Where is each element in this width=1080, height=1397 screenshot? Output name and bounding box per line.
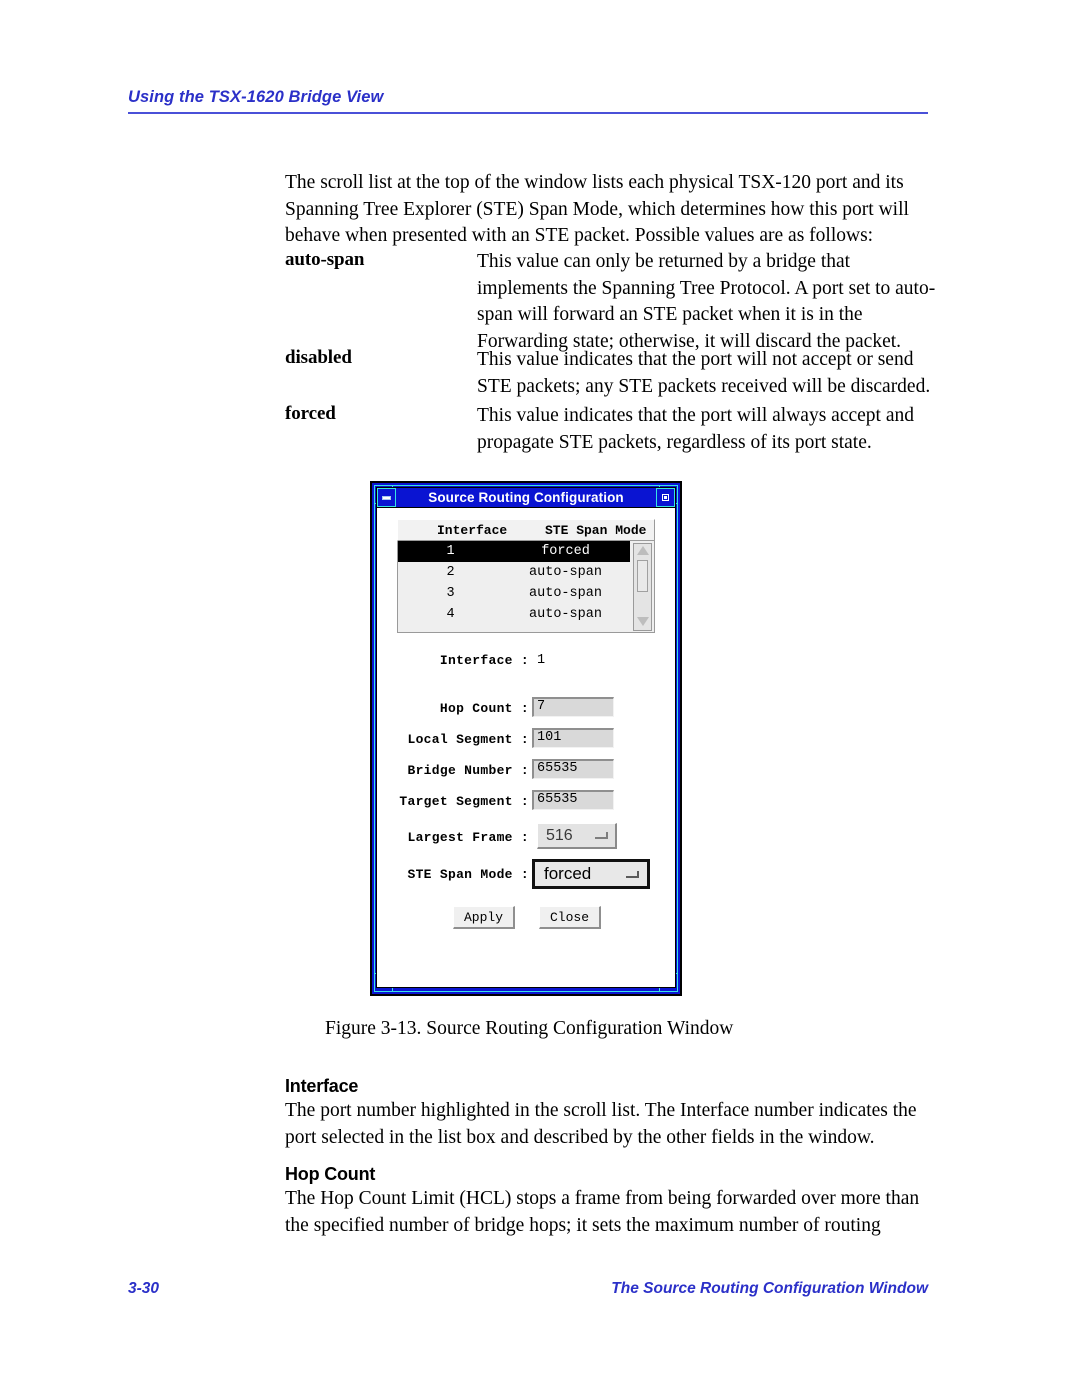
list-item[interactable]: 1 forced (398, 541, 630, 562)
list-item-interface: 2 (446, 565, 455, 580)
section-heading-hop-count: Hop Count (285, 1164, 376, 1184)
field-row-target-segment: Target Segment : 65535 (377, 789, 677, 822)
section-paragraph: The port number highlighted in the scrol… (285, 1100, 917, 1148)
section-body-hop-count: The Hop Count Limit (HCL) stops a frame … (285, 1186, 935, 1239)
definition-term: disabled (285, 347, 352, 368)
list-item-mode: auto-span (529, 607, 602, 622)
scroll-down-arrow-icon[interactable] (636, 617, 649, 628)
scrollbar-thumb[interactable] (637, 560, 648, 592)
apply-button[interactable]: Apply (453, 906, 515, 929)
list-item[interactable]: 4 auto-span (398, 604, 630, 625)
column-header-interface: Interface (437, 523, 508, 538)
definition-description: This value indicates that the port will … (477, 349, 931, 397)
field-label-target-segment: Target Segment : (399, 794, 529, 809)
minimize-icon[interactable] (377, 488, 396, 507)
intro-paragraph: The scroll list at the top of the window… (285, 172, 909, 246)
target-segment-input[interactable]: 65535 (532, 790, 614, 810)
definition-description: This value can only be returned by a bri… (477, 251, 936, 352)
intro-paragraph-block: The scroll list at the top of the window… (285, 170, 935, 250)
field-row-bridge-number: Bridge Number : 65535 (377, 758, 677, 789)
field-label-local-segment: Local Segment : (407, 732, 529, 747)
list-item-interface: 4 (446, 607, 455, 622)
field-row-local-segment: Local Segment : 101 (377, 727, 677, 758)
field-label-hop-count: Hop Count : (439, 701, 529, 716)
list-item-interface: 3 (446, 586, 455, 601)
dropdown-arrow-icon (595, 832, 608, 839)
largest-frame-dropdown[interactable]: 516 (537, 823, 617, 849)
maximize-icon[interactable] (656, 488, 675, 507)
list-vertical-scrollbar[interactable] (633, 543, 652, 631)
figure-image-source-routing-configuration: Source Routing Configuration Interface S… (370, 481, 682, 996)
list-item[interactable]: 2 auto-span (398, 562, 630, 583)
list-item-mode: forced (541, 544, 590, 559)
scroll-up-arrow-icon[interactable] (636, 546, 649, 557)
definition-term: auto-span (285, 249, 365, 270)
ste-span-mode-dropdown-value: forced (544, 864, 592, 883)
close-button[interactable]: Close (539, 906, 601, 929)
dialog-title: Source Routing Configuration (428, 490, 624, 505)
figure-caption: Figure 3-13. Source Routing Configuratio… (325, 1018, 734, 1039)
footer-page-number: 3-30 (128, 1280, 160, 1297)
section-paragraph: The Hop Count Limit (HCL) stops a frame … (285, 1188, 920, 1236)
page-header-title: Using the TSX-1620 Bridge View (128, 88, 384, 106)
dialog-button-row: Apply Close (377, 906, 677, 929)
definition-description: This value indicates that the port will … (477, 405, 914, 453)
list-item-mode: auto-span (529, 565, 602, 580)
field-row-hop-count: Hop Count : 7 (377, 696, 677, 727)
dropdown-arrow-icon (626, 870, 639, 878)
field-label-ste-span-mode: STE Span Mode : (407, 867, 529, 882)
footer-section-title: The Source Routing Configuration Window (611, 1280, 928, 1297)
field-row-interface: Interface : 1 (377, 648, 677, 696)
hop-count-input[interactable]: 7 (532, 697, 614, 717)
field-value-interface: 1 (537, 653, 546, 668)
page-header: Using the TSX-1620 Bridge View (128, 88, 928, 114)
interface-scroll-list[interactable]: Interface STE Span Mode 1 forced 2 auto-… (397, 519, 655, 633)
definition-term: forced (285, 403, 336, 424)
list-item-interface: 1 (446, 544, 455, 559)
list-item[interactable]: 3 auto-span (398, 583, 630, 604)
list-item-mode: auto-span (529, 586, 602, 601)
section-body-interface: The port number highlighted in the scrol… (285, 1098, 935, 1151)
field-label-largest-frame: Largest Frame : (407, 830, 529, 845)
local-segment-input[interactable]: 101 (532, 728, 614, 748)
dialog-client-area: Interface STE Span Mode 1 forced 2 auto-… (376, 508, 676, 988)
list-header-row: Interface STE Span Mode (397, 519, 655, 541)
page-header-rule (128, 112, 928, 114)
ste-span-mode-dropdown[interactable]: forced (532, 859, 650, 889)
dialog-form: Interface : 1 Hop Count : 7 Local Segmen… (377, 648, 677, 894)
field-row-ste-span-mode: STE Span Mode : forced (377, 858, 677, 894)
dialog-titlebar[interactable]: Source Routing Configuration (376, 487, 676, 508)
largest-frame-dropdown-value: 516 (546, 826, 573, 844)
column-header-ste-span-mode: STE Span Mode (545, 523, 647, 538)
field-label-bridge-number: Bridge Number : (407, 763, 529, 778)
field-row-largest-frame: Largest Frame : 516 (377, 822, 677, 858)
bridge-number-input[interactable]: 65535 (532, 759, 614, 779)
section-heading-interface: Interface (285, 1076, 359, 1096)
field-label-interface: Interface : (439, 653, 529, 668)
list-body: 1 forced 2 auto-span 3 auto-span 4 auto-… (397, 541, 655, 633)
